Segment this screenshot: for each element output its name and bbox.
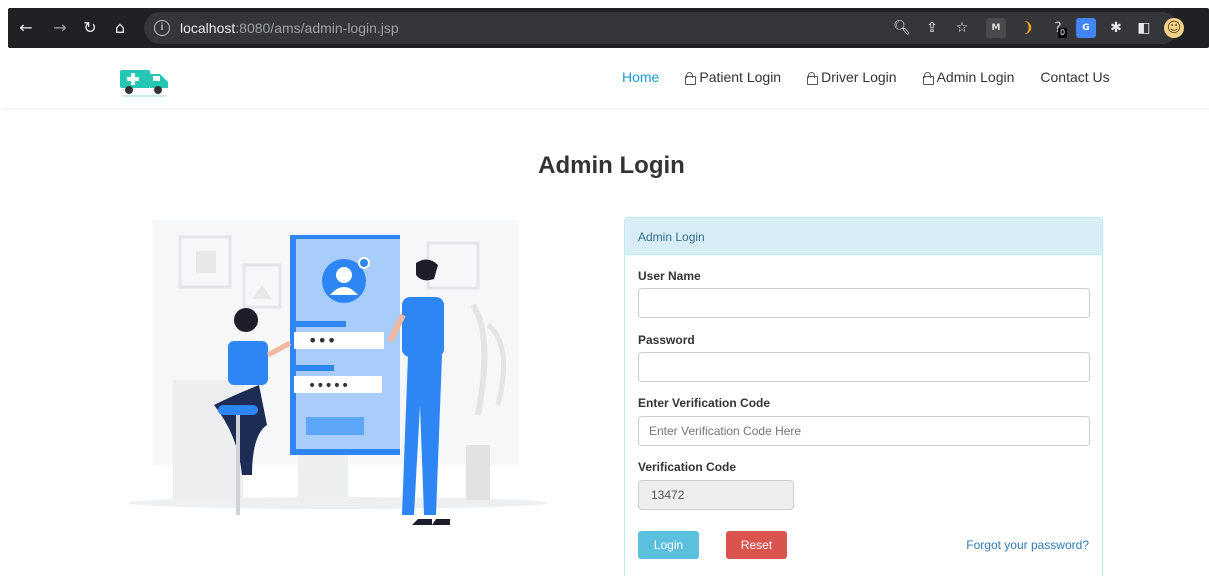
share-icon[interactable]: ⇪ (922, 18, 942, 38)
verify-code-input[interactable] (638, 416, 1090, 446)
nav-patient-login-label: Patient Login (699, 69, 782, 85)
illus-pot (466, 445, 490, 500)
illus-dots-1: ••• (308, 331, 336, 350)
login-panel: Admin Login User Name Password Enter Ver… (624, 217, 1103, 576)
forward-arrow-icon[interactable]: → (50, 18, 70, 38)
ext-question-icon[interactable]: ?0 (1048, 18, 1068, 38)
illus-avatar-head (336, 267, 352, 283)
lock-icon (922, 71, 934, 85)
login-button[interactable]: Login (638, 531, 699, 559)
illus-man-shoes (412, 519, 450, 525)
forgot-password-link[interactable]: Forgot your password? (966, 538, 1089, 552)
illus-woman-hair (234, 308, 258, 332)
illus-field-label-1 (296, 321, 346, 327)
url-path: :8080/ams/admin-login.jsp (235, 20, 399, 36)
nav-admin-login-label: Admin Login (936, 69, 1015, 85)
ext-m-icon[interactable]: M (986, 18, 1006, 38)
illus-stool-seat (218, 405, 258, 415)
username-input[interactable] (638, 288, 1090, 318)
star-icon[interactable]: ☆ (952, 18, 972, 38)
verification-code-label: Verification Code (638, 460, 737, 474)
nav-admin-login[interactable]: Admin Login (922, 69, 1015, 85)
site-info-icon[interactable]: i (154, 20, 170, 36)
puzzle-icon[interactable]: ✱ (1106, 18, 1126, 38)
lock-icon (685, 71, 697, 85)
page-title: Admin Login (538, 152, 685, 179)
panel-heading: Admin Login (625, 218, 1102, 255)
site-navbar: Home Patient Login Driver Login Admin Lo… (0, 54, 1209, 108)
ext-badge: 0 (1058, 28, 1068, 38)
verification-code-display: 13472 (638, 480, 794, 510)
nav-driver-login[interactable]: Driver Login (807, 69, 897, 85)
ambulance-logo-icon[interactable] (118, 64, 170, 98)
illus-man-torso (402, 297, 444, 357)
ext-orange-icon[interactable]: ❩ (1018, 18, 1038, 38)
home-icon[interactable]: ⌂ (110, 18, 130, 38)
ext-translate-icon[interactable]: G (1076, 18, 1096, 38)
illus-avatar-badge (358, 257, 370, 269)
back-arrow-icon[interactable]: ← (16, 18, 36, 38)
sidepanel-icon[interactable]: ◧ (1134, 18, 1154, 38)
illus-field-label-2 (294, 365, 334, 371)
username-label: User Name (638, 269, 701, 283)
nav-driver-login-label: Driver Login (821, 69, 897, 85)
browser-toolbar: ← → ↻ ⌂ i localhost:8080/ams/admin-login… (8, 8, 1209, 48)
nav-home[interactable]: Home (622, 69, 659, 85)
password-input[interactable] (638, 352, 1090, 382)
illus-dots-2: ••••• (308, 378, 349, 394)
nav-patient-login[interactable]: Patient Login (685, 69, 781, 85)
browser-chrome: ← → ↻ ⌂ i localhost:8080/ams/admin-login… (0, 0, 1209, 54)
illus-phone-button (306, 417, 364, 435)
reset-button[interactable]: Reset (726, 531, 787, 559)
password-label: Password (638, 333, 695, 347)
reload-icon[interactable]: ↻ (80, 18, 100, 38)
illus-frame-1-inner (196, 251, 216, 273)
login-illustration: ••• ••••• (128, 220, 548, 525)
illus-woman-torso (228, 341, 268, 385)
verify-code-label: Enter Verification Code (638, 396, 771, 410)
nav-contact-us-label: Contact Us (1040, 69, 1110, 85)
nav-home-label: Home (622, 69, 660, 85)
url-host: localhost (180, 20, 236, 36)
url-text[interactable]: localhost:8080/ams/admin-login.jsp (180, 20, 399, 36)
lock-icon (807, 71, 819, 85)
zoom-icon[interactable]: 🔍︎ (892, 18, 912, 38)
illus-man-legs (402, 355, 442, 515)
profile-avatar-icon[interactable]: ☺ (1164, 18, 1184, 38)
nav-contact-us[interactable]: Contact Us (1040, 69, 1109, 85)
main-menu: Home Patient Login Driver Login Admin Lo… (622, 69, 1136, 85)
